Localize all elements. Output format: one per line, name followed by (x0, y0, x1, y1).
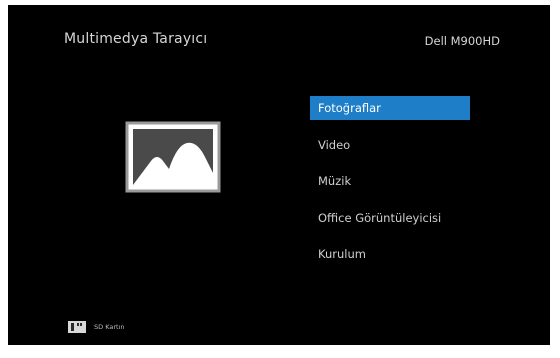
menu-item-label: Müzik (318, 174, 352, 188)
menu-item-video[interactable]: Video (310, 133, 470, 157)
menu-item-photos[interactable]: Fotoğraflar (310, 96, 470, 120)
picture-icon (125, 121, 221, 193)
menu-item-music[interactable]: Müzik (310, 169, 470, 193)
storage-label: SD Kartın (94, 323, 125, 331)
menu-item-label: Fotoğraflar (318, 101, 381, 115)
menu-item-setup[interactable]: Kurulum (310, 242, 470, 266)
app-title: Multimedya Tarayıcı (64, 31, 208, 47)
device-name: Dell M900HD (424, 34, 500, 48)
menu-item-label: Video (318, 137, 351, 152)
menu-item-office-viewer[interactable]: Office Görüntüleyicisi (310, 206, 470, 230)
media-browser-screen: Multimedya Tarayıcı Dell M900HD Fotoğraf… (8, 5, 550, 345)
storage-source: SD Kartın (68, 321, 124, 333)
sd-card-icon (68, 321, 86, 333)
main-menu: Fotoğraflar Video Müzik Office Görüntüle… (310, 96, 470, 279)
menu-item-label: Kurulum (318, 247, 366, 261)
menu-item-label: Office Görüntüleyicisi (318, 210, 442, 225)
